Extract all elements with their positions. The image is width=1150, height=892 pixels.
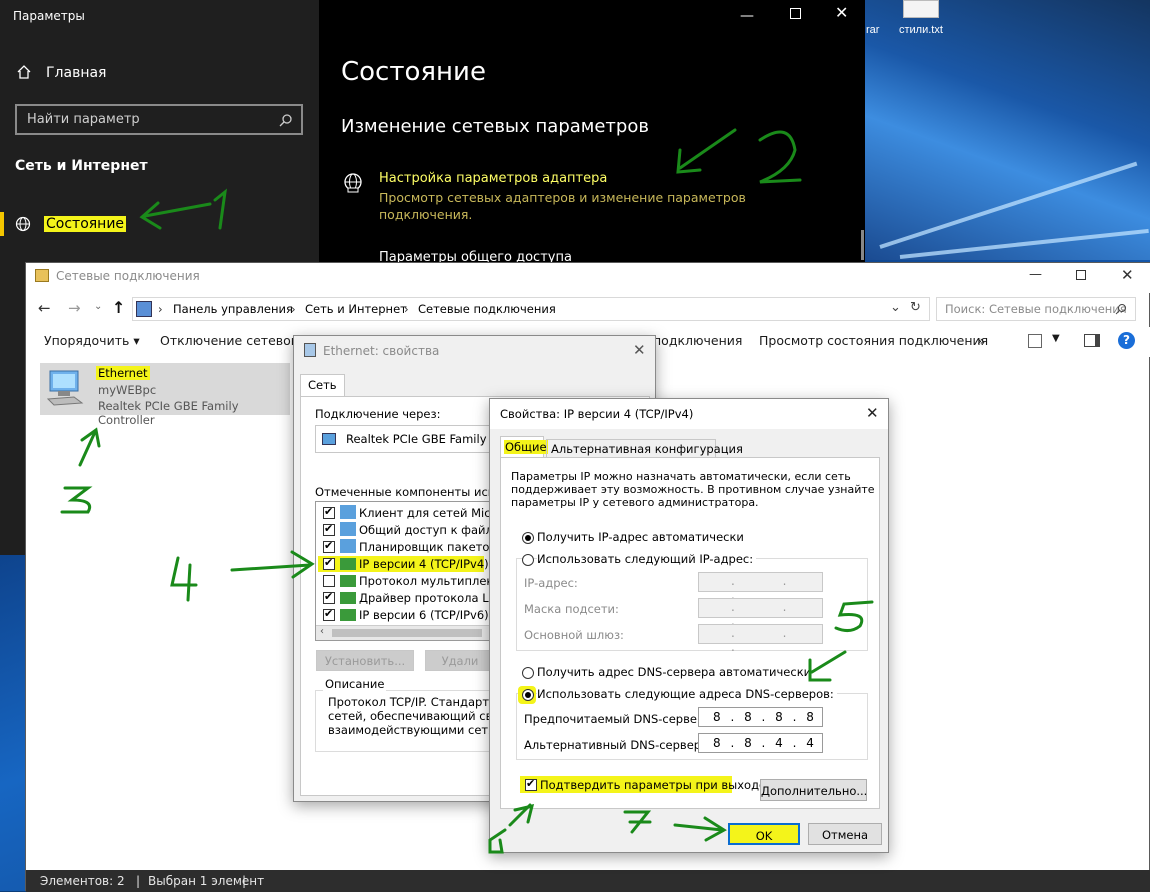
annotation-overlay <box>60 128 874 854</box>
annotation-arrow-4 <box>170 550 315 602</box>
annotation-arrow-6 <box>488 803 535 854</box>
annotation-arrow-7 <box>623 810 727 842</box>
annotation-arrow-3 <box>60 427 101 514</box>
annotation-arrow-1 <box>139 188 228 230</box>
annotation-arrow-5 <box>808 600 874 682</box>
annotation-arrow-2 <box>676 128 802 184</box>
